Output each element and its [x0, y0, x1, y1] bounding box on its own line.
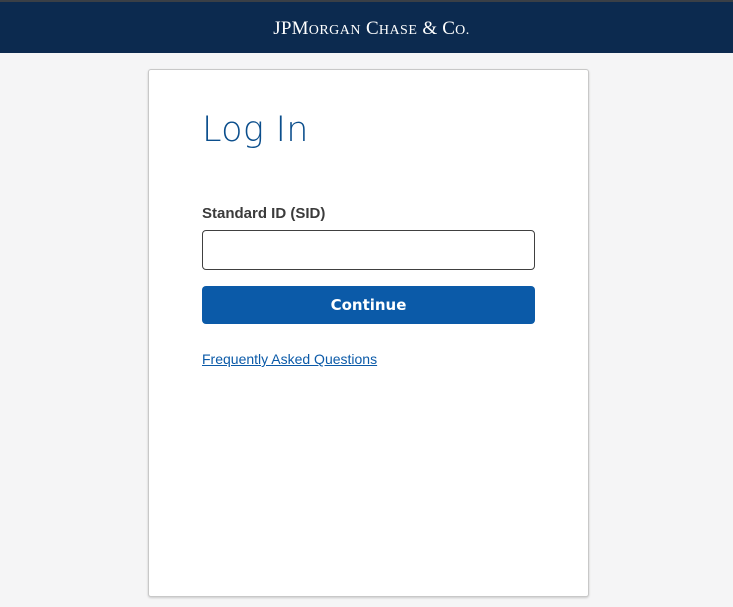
jpmorgan-chase-logo: JPMORGAN CHASE & CO. — [273, 17, 470, 39]
top-header-bar: JPMORGAN CHASE & CO. — [0, 2, 733, 53]
sid-input[interactable] — [202, 230, 535, 270]
faq-link[interactable]: Frequently Asked Questions — [202, 351, 377, 367]
page-title: Log In — [202, 110, 309, 150]
login-card: Log In Standard ID (SID) Continue Freque… — [148, 69, 589, 597]
continue-button[interactable]: Continue — [202, 286, 535, 324]
sid-label: Standard ID (SID) — [202, 205, 326, 222]
